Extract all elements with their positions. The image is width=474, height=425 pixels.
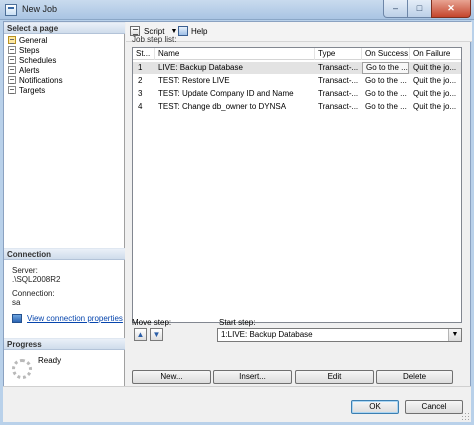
progress-header: Progress bbox=[4, 338, 125, 350]
toolbar: Script ▼ Help bbox=[126, 22, 472, 42]
page-icon bbox=[8, 56, 16, 64]
chevron-down-icon[interactable]: ▼ bbox=[170, 28, 177, 35]
move-step-up-button[interactable]: ▲ bbox=[134, 328, 147, 341]
select-page-header: Select a page bbox=[4, 22, 125, 34]
help-icon bbox=[178, 26, 188, 36]
move-step-label: Move step: bbox=[132, 318, 172, 327]
cell-type: Transact-... bbox=[318, 89, 359, 98]
arrow-down-icon: ▼ bbox=[152, 330, 161, 339]
server-label: Server: bbox=[12, 266, 38, 275]
cell-on-failure: Quit the jo... bbox=[413, 63, 457, 72]
close-button[interactable]: ✕ bbox=[431, 0, 471, 18]
column-header-type[interactable]: Type bbox=[315, 48, 362, 60]
cell-on-failure: Quit the jo... bbox=[413, 89, 457, 98]
table-row[interactable]: 3 TEST: Update Company ID and Name Trans… bbox=[133, 88, 461, 100]
cell-on-success: Go to the ... bbox=[365, 102, 407, 111]
help-button[interactable]: Help bbox=[178, 26, 207, 36]
view-connection-properties-label: View connection properties bbox=[27, 314, 123, 323]
connection-value: sa bbox=[12, 298, 21, 307]
job-step-grid[interactable]: St... Name Type On Success On Failure 1 … bbox=[132, 47, 462, 323]
page-item-schedules[interactable]: Schedules bbox=[8, 55, 56, 65]
page-item-notifications[interactable]: Notifications bbox=[8, 75, 63, 85]
cell-on-success: Go to the ... bbox=[365, 76, 407, 85]
cancel-button[interactable]: Cancel bbox=[405, 400, 463, 414]
cell-name: TEST: Restore LIVE bbox=[158, 76, 230, 85]
cell-step: 4 bbox=[138, 102, 143, 111]
cell-on-failure: Quit the jo... bbox=[413, 102, 457, 111]
cell-step: 2 bbox=[138, 76, 143, 85]
insert-step-button[interactable]: Insert... bbox=[213, 370, 292, 384]
view-connection-properties-link[interactable]: View connection properties bbox=[12, 314, 123, 323]
page-icon bbox=[8, 46, 16, 54]
new-step-button[interactable]: New... bbox=[132, 370, 211, 384]
column-header-on-failure[interactable]: On Failure bbox=[410, 48, 461, 60]
ok-button[interactable]: OK bbox=[351, 400, 399, 414]
title-bar: New Job – □ ✕ bbox=[0, 0, 474, 20]
left-pane: Select a page General Steps Schedules Al… bbox=[4, 22, 125, 386]
start-step-label: Start step: bbox=[219, 318, 256, 327]
app-icon bbox=[5, 4, 17, 16]
table-row[interactable]: 4 TEST: Change db_owner to DYNSA Transac… bbox=[133, 101, 461, 113]
cell-step: 3 bbox=[138, 89, 143, 98]
resize-grip-icon[interactable] bbox=[461, 412, 469, 420]
edit-step-button[interactable]: Edit bbox=[295, 370, 374, 384]
table-row[interactable]: 1 LIVE: Backup Database Transact-... Go … bbox=[133, 62, 461, 74]
cell-type: Transact-... bbox=[318, 102, 359, 111]
connection-header: Connection bbox=[4, 248, 125, 260]
minimize-button[interactable]: – bbox=[383, 0, 408, 18]
progress-status: Ready bbox=[38, 356, 62, 365]
page-item-label: Schedules bbox=[19, 55, 57, 65]
column-header-on-success[interactable]: On Success bbox=[362, 48, 410, 60]
help-label: Help bbox=[191, 26, 208, 36]
start-step-value: 1:LIVE: Backup Database bbox=[221, 330, 313, 339]
delete-step-button[interactable]: Delete bbox=[376, 370, 453, 384]
cell-on-failure: Quit the jo... bbox=[413, 76, 457, 85]
cell-name: TEST: Update Company ID and Name bbox=[158, 89, 294, 98]
start-step-select[interactable]: 1:LIVE: Backup Database ▼ bbox=[217, 328, 462, 342]
cell-type: Transact-... bbox=[318, 63, 359, 72]
page-item-label: Steps bbox=[19, 45, 40, 55]
page-item-alerts[interactable]: Alerts bbox=[8, 65, 39, 75]
maximize-button[interactable]: □ bbox=[407, 0, 432, 18]
page-item-label: General bbox=[19, 35, 48, 45]
page-item-label: Alerts bbox=[19, 65, 40, 75]
page-item-label: Targets bbox=[19, 85, 46, 95]
grid-header: St... Name Type On Success On Failure bbox=[133, 48, 461, 60]
window-title: New Job bbox=[22, 4, 58, 14]
progress-spinner-icon bbox=[12, 359, 32, 379]
server-value: .\SQL2008R2 bbox=[12, 275, 61, 284]
cell-type: Transact-... bbox=[318, 76, 359, 85]
page-icon bbox=[8, 66, 16, 74]
move-step-down-button[interactable]: ▼ bbox=[150, 328, 163, 341]
page-item-label: Notifications bbox=[19, 75, 63, 85]
page-icon bbox=[8, 76, 16, 84]
connection-label: Connection: bbox=[12, 289, 55, 298]
page-icon bbox=[8, 86, 16, 94]
arrow-up-icon: ▲ bbox=[136, 330, 145, 339]
job-step-list-label: Job step list: bbox=[132, 35, 177, 44]
cell-step: 1 bbox=[138, 63, 143, 72]
cell-on-success: Go to the ... bbox=[365, 89, 407, 98]
chevron-down-icon[interactable]: ▼ bbox=[448, 329, 461, 341]
connection-properties-icon bbox=[12, 314, 22, 323]
cell-name: LIVE: Backup Database bbox=[158, 63, 243, 72]
cell-name: TEST: Change db_owner to DYNSA bbox=[158, 102, 287, 111]
page-icon bbox=[8, 36, 16, 44]
dialog-button-bar: OK Cancel bbox=[3, 386, 471, 422]
cell-on-success[interactable]: Go to the ... bbox=[362, 62, 409, 74]
page-item-general[interactable]: General bbox=[8, 35, 47, 45]
column-header-step[interactable]: St... bbox=[133, 48, 155, 60]
page-item-targets[interactable]: Targets bbox=[8, 85, 45, 95]
column-header-name[interactable]: Name bbox=[155, 48, 315, 60]
table-row[interactable]: 2 TEST: Restore LIVE Transact-... Go to … bbox=[133, 75, 461, 87]
page-item-steps[interactable]: Steps bbox=[8, 45, 39, 55]
